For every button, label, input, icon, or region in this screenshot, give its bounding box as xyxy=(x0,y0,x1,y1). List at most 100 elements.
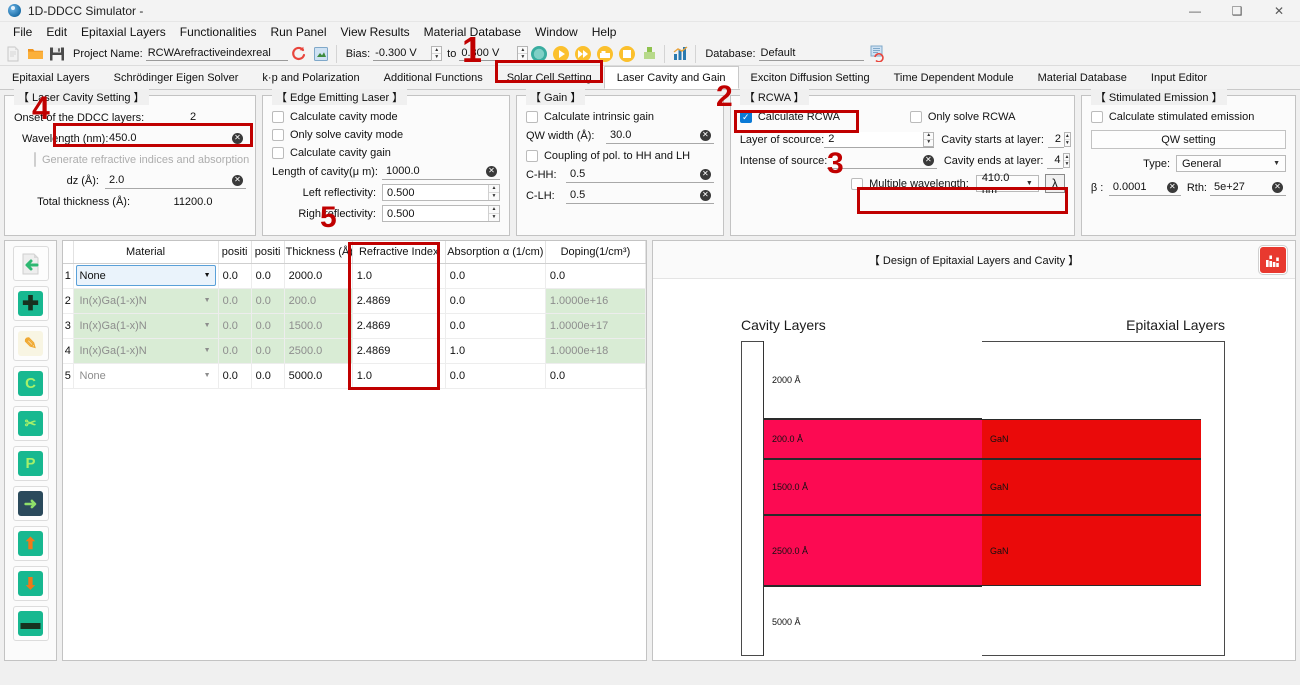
cell-absorption[interactable]: 0.0 xyxy=(445,288,546,314)
header-thickness[interactable]: Thickness (Å) xyxy=(284,241,353,264)
cavity-ends-value[interactable]: 4 xyxy=(1047,153,1064,169)
tab-schrodinger-eigen-solver[interactable]: Schrödinger Eigen Solver xyxy=(102,66,251,89)
move-layer-down-button[interactable]: ⬇ xyxy=(12,566,49,601)
new-file-icon[interactable] xyxy=(3,44,23,64)
cell-position-1[interactable]: 0.0 xyxy=(218,313,252,339)
beta-clear-icon[interactable]: ✕ xyxy=(1166,181,1178,193)
beta-input[interactable]: 0.0001 ✕ xyxy=(1108,180,1181,196)
tab-epitaxial-layers[interactable]: Epitaxial Layers xyxy=(0,66,102,89)
tab-solar-cell-setting[interactable]: Solar Cell Setting xyxy=(495,66,604,89)
cell-position-2[interactable]: 0.0 xyxy=(251,263,285,289)
cell-material[interactable]: None ▼ xyxy=(73,363,219,389)
header-position-1[interactable]: positi xyxy=(218,241,252,264)
cell-doping[interactable]: 0.0 xyxy=(545,263,647,289)
cell-refractive-index[interactable]: 1.0 xyxy=(352,363,446,389)
bias-from-spinner[interactable]: ▲ ▼ xyxy=(431,46,443,61)
cavity-starts-spinner[interactable]: ▲ ▼ xyxy=(1063,132,1071,147)
close-button[interactable]: ✕ xyxy=(1258,0,1300,22)
import-layer-button[interactable] xyxy=(12,246,49,281)
qw-width-clear-icon[interactable]: ✕ xyxy=(699,129,711,141)
only-solve-cavity-mode-row[interactable]: Only solve cavity mode xyxy=(272,126,500,144)
calculate-intrinsic-gain-row[interactable]: Calculate intrinsic gain xyxy=(525,108,714,126)
calculate-stimulated-emission-row[interactable]: Calculate stimulated emission xyxy=(1090,108,1286,126)
cavity-starts-value[interactable]: 2 xyxy=(1047,132,1064,148)
cell-absorption[interactable]: 0.0 xyxy=(445,313,546,339)
cell-position-1[interactable]: 0.0 xyxy=(218,363,252,389)
layer-of-source-spinner[interactable]: ▲ ▼ xyxy=(923,131,935,147)
material-dropdown[interactable]: In(x)Ga(1-x)N ▼ xyxy=(76,315,216,336)
calculate-rcwa-row[interactable]: Calculate RCWA xyxy=(739,108,910,126)
menu-epitaxial-layers[interactable]: Epitaxial Layers xyxy=(74,23,173,41)
reload-project-icon[interactable] xyxy=(311,44,331,64)
calculate-intrinsic-gain-checkbox[interactable] xyxy=(525,111,538,123)
qw-setting-button[interactable]: QW setting xyxy=(1090,130,1286,149)
tab-input-editor[interactable]: Input Editor xyxy=(1139,66,1219,89)
run-stop-icon[interactable] xyxy=(617,44,637,64)
cell-thickness[interactable]: 2000.0 xyxy=(284,263,353,289)
right-reflectivity-input[interactable]: 0.500 ▲ ▼ xyxy=(382,205,500,222)
menu-window[interactable]: Window xyxy=(528,23,585,41)
copy-layer-button[interactable]: C xyxy=(12,366,49,401)
cell-doping[interactable]: 1.0000e+16 xyxy=(545,288,647,314)
clh-input[interactable]: 0.5 ✕ xyxy=(565,188,714,204)
cut-layer-button[interactable]: ✂ xyxy=(12,406,49,441)
save-icon[interactable] xyxy=(47,44,67,64)
lambda-button[interactable]: λ xyxy=(1044,174,1065,193)
dz-input[interactable]: 2.0 ✕ xyxy=(105,173,246,189)
calculate-stimulated-emission-checkbox[interactable] xyxy=(1090,111,1103,123)
cell-material[interactable]: In(x)Ga(1-x)N ▼ xyxy=(73,288,219,314)
material-dropdown[interactable]: In(x)Ga(1-x)N ▼ xyxy=(76,290,216,311)
paste-layer-button[interactable]: P xyxy=(12,446,49,481)
tab-time-dependent-module[interactable]: Time Dependent Module xyxy=(882,66,1026,89)
calculate-cavity-gain-checkbox[interactable] xyxy=(272,147,284,159)
material-dropdown[interactable]: None ▼ xyxy=(75,265,216,286)
cell-position-1[interactable]: 0.0 xyxy=(218,263,252,289)
cell-refractive-index[interactable]: 2.4869 xyxy=(352,313,446,339)
menu-functionalities[interactable]: Functionalities xyxy=(173,23,264,41)
multiple-wavelength-combo[interactable]: 410.0 nm ▼ xyxy=(975,172,1039,196)
material-dropdown[interactable]: In(x)Ga(1-x)N ▼ xyxy=(76,340,216,361)
length-of-cavity-input[interactable]: 1000.0 ✕ xyxy=(382,164,500,180)
intense-clear-icon[interactable]: ✕ xyxy=(922,154,934,166)
cell-position-2[interactable]: 0.0 xyxy=(251,288,285,314)
cell-thickness[interactable]: 200.0 xyxy=(284,288,353,314)
menu-run-panel[interactable]: Run Panel xyxy=(263,23,333,41)
rth-clear-icon[interactable]: ✕ xyxy=(1272,181,1283,193)
cell-refractive-index[interactable]: 1.0 xyxy=(352,263,446,289)
cell-material[interactable]: None ▼ xyxy=(73,263,219,289)
material-dropdown[interactable]: None ▼ xyxy=(76,365,216,386)
edit-layer-button[interactable]: ✎ xyxy=(12,326,49,361)
project-name-input[interactable]: RCWArefractiveindexreal xyxy=(145,46,288,61)
cell-thickness[interactable]: 1500.0 xyxy=(284,313,353,339)
multiple-wavelength-checkbox[interactable] xyxy=(851,177,864,190)
move-layer-up-button[interactable]: ⬆ xyxy=(12,526,49,561)
table-row[interactable]: 5 None ▼ 0.0 0.0 5000.0 1.0 0.0 0.0 xyxy=(63,363,647,389)
insert-layer-button[interactable]: ➜ xyxy=(12,486,49,521)
header-refractive-index[interactable]: Refractive Index xyxy=(352,241,446,264)
run-open-result-icon[interactable] xyxy=(595,44,615,64)
menu-view-results[interactable]: View Results xyxy=(334,23,417,41)
cell-material[interactable]: In(x)Ga(1-x)N ▼ xyxy=(73,313,219,339)
open-folder-icon[interactable] xyxy=(25,44,45,64)
chh-input[interactable]: 0.5 ✕ xyxy=(565,167,714,183)
run-fast-forward-icon[interactable] xyxy=(573,44,593,64)
database-input[interactable]: Default xyxy=(758,46,864,61)
menu-edit[interactable]: Edit xyxy=(39,23,74,41)
cell-doping[interactable]: 1.0000e+17 xyxy=(545,313,647,339)
layer-of-source-input[interactable]: 2 ▲ ▼ xyxy=(824,131,935,148)
refresh-icon[interactable] xyxy=(289,44,309,64)
cell-absorption[interactable]: 0.0 xyxy=(445,263,546,289)
length-clear-icon[interactable]: ✕ xyxy=(485,165,497,177)
calculate-cavity-gain-row[interactable]: Calculate cavity gain xyxy=(272,144,500,162)
run-play-icon[interactable] xyxy=(551,44,571,64)
run-init-icon[interactable] xyxy=(529,44,549,64)
remove-layer-button[interactable]: ▬ xyxy=(12,606,49,641)
calculate-cavity-mode-checkbox[interactable] xyxy=(272,111,284,123)
onset-ddcc-value[interactable]: 2 xyxy=(136,110,246,126)
only-solve-cavity-mode-checkbox[interactable] xyxy=(272,129,284,141)
calculate-rcwa-checkbox[interactable] xyxy=(739,111,752,123)
menu-file[interactable]: File xyxy=(6,23,39,41)
tab-exciton-diffusion-setting[interactable]: Exciton Diffusion Setting xyxy=(739,66,882,89)
rth-input[interactable]: 5e+27 ✕ xyxy=(1210,180,1286,196)
table-row[interactable]: 1 None ▼ 0.0 0.0 2000.0 1.0 0.0 0.0 xyxy=(63,263,647,289)
